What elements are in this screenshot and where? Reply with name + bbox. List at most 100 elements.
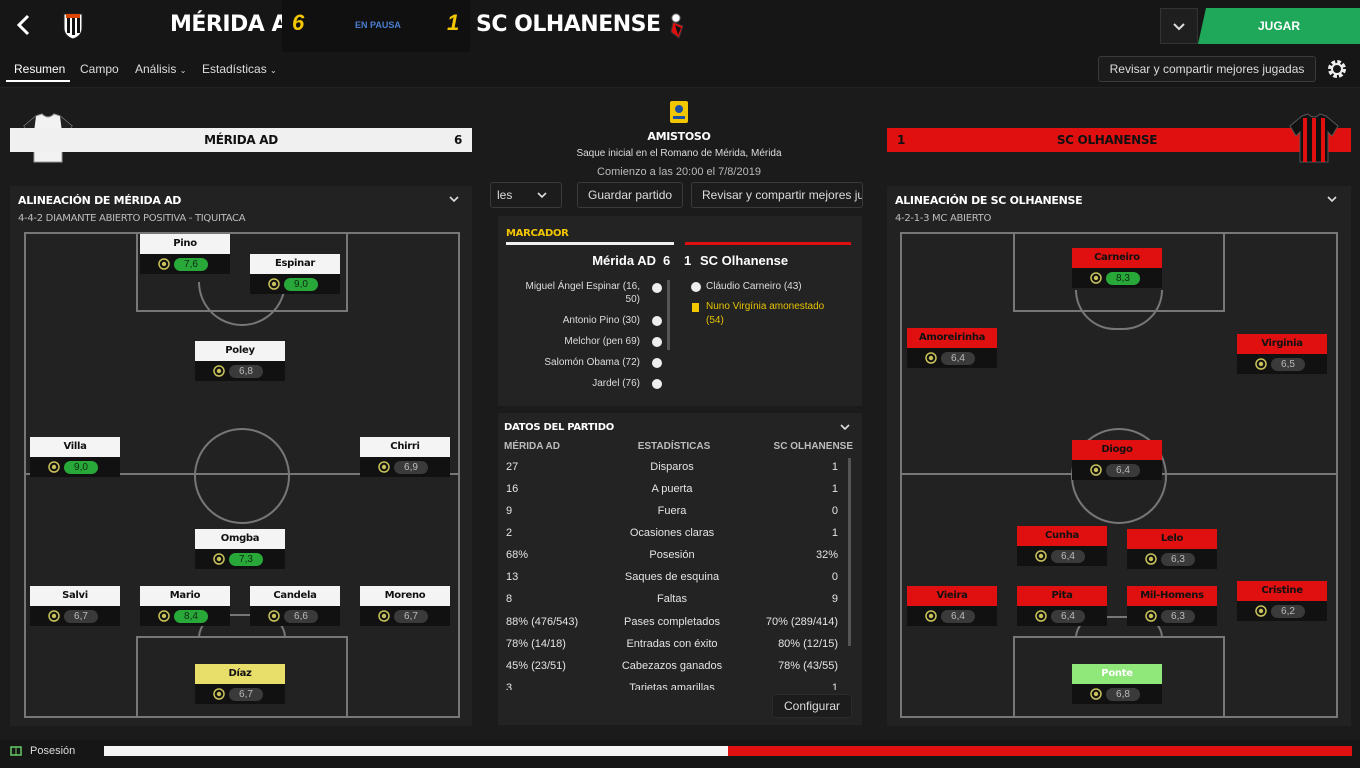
player-name: Poley [195, 341, 285, 361]
player-name: Mario [140, 586, 230, 606]
stat-away-value: 70% (289/414) [765, 616, 838, 628]
tab-estadisticas[interactable]: Estadísticas ⌄ [202, 62, 277, 76]
stat-row: 2 Ocasiones claras 1 [498, 522, 846, 544]
stat-away-value: 9 [831, 593, 838, 605]
player-card[interactable]: Villa 9,0 [30, 437, 120, 477]
view-selector-label: les [497, 188, 513, 202]
player-card[interactable]: Poley 6,8 [195, 341, 285, 381]
player-card[interactable]: Cristine 6,2 [1237, 581, 1327, 621]
ball-icon [652, 316, 662, 326]
performance-icon [268, 610, 280, 622]
away-team-name: SC OLHANENSE [476, 12, 661, 37]
away-bar-name: SC OLHANENSE [1056, 133, 1158, 147]
tab-estadisticas-label: Estadísticas [202, 62, 267, 76]
player-rating: 6,7 [394, 610, 428, 623]
player-card[interactable]: Carneiro 8,3 [1072, 248, 1162, 288]
player-rating: 6,5 [1271, 358, 1305, 371]
goal-event: Melchor (pen 69) [564, 336, 640, 347]
away-crest-icon [670, 13, 684, 39]
player-rating: 6,8 [229, 365, 263, 378]
goal-event: Antonio Pino (30) [562, 315, 640, 326]
chevron-down-icon[interactable] [1327, 196, 1337, 204]
scoreboard-scrollbar[interactable] [667, 280, 670, 350]
player-card[interactable]: Vieira 6,4 [907, 586, 997, 626]
chevron-down-icon[interactable] [840, 424, 850, 432]
performance-icon [925, 352, 937, 364]
competition-icon [670, 101, 688, 123]
performance-icon [1035, 610, 1047, 622]
stat-label: Saques de esquina [624, 571, 720, 583]
stat-away-value: 1 [831, 527, 838, 539]
stats-scrollbar[interactable] [848, 458, 851, 646]
player-rating: 8,4 [174, 610, 208, 623]
possession-label: Posesión [30, 745, 76, 757]
player-card[interactable]: Virginia 6,5 [1237, 334, 1327, 374]
play-button[interactable]: JUGAR [1198, 8, 1360, 44]
ball-icon [652, 283, 662, 293]
away-color-strip [685, 242, 851, 245]
ball-icon [652, 379, 662, 389]
player-rating: 6,4 [941, 610, 975, 623]
back-button[interactable] [14, 12, 42, 40]
scoreboard-home-score: 6 [663, 253, 671, 268]
player-card[interactable]: Amoreirinha 6,4 [907, 328, 997, 368]
player-card[interactable]: Espinar 9,0 [250, 254, 340, 294]
tab-campo[interactable]: Campo [80, 62, 119, 76]
away-score: 1 [447, 10, 460, 35]
stat-row: 16 A puerta 1 [498, 478, 846, 500]
goal-event: Salomón Obama (72) [544, 357, 640, 368]
player-card[interactable]: Ponte 6,8 [1072, 664, 1162, 704]
player-name: Vieira [907, 586, 997, 606]
tab-resumen[interactable]: Resumen [14, 62, 65, 76]
stat-row: 68% Posesión 32% [498, 544, 846, 566]
stat-row: 27 Disparos 1 [498, 456, 846, 478]
player-name: Amoreirinha [907, 328, 997, 348]
player-card[interactable]: Salvi 6,7 [30, 586, 120, 626]
stat-label: Posesión [649, 549, 695, 561]
stat-away-value: 78% (43/55) [778, 660, 838, 672]
match-menu-button[interactable] [1160, 8, 1198, 44]
possession-away-fill [728, 746, 1352, 756]
gear-icon[interactable] [1325, 57, 1349, 81]
performance-icon [1035, 550, 1047, 562]
player-card[interactable]: Omgba 7,3 [195, 529, 285, 569]
view-selector[interactable]: les [490, 182, 562, 208]
review-share-button[interactable]: Revisar y compartir mejores ju [691, 182, 863, 208]
stat-label: Fuera [657, 505, 687, 517]
player-card[interactable]: Chirri 6,9 [360, 437, 450, 477]
performance-icon [1090, 464, 1102, 476]
player-card[interactable]: Pita 6,4 [1017, 586, 1107, 626]
performance-icon [1145, 553, 1157, 565]
performance-icon [378, 461, 390, 473]
configure-button[interactable]: Configurar [772, 694, 852, 718]
player-card[interactable]: Mil-Homens 6,3 [1127, 586, 1217, 626]
chevron-down-icon: ⌄ [270, 66, 277, 75]
player-rating: 6,4 [1106, 464, 1140, 477]
player-card[interactable]: Lelo 6,3 [1127, 529, 1217, 569]
chevron-down-icon[interactable] [449, 196, 459, 204]
chevron-down-icon: ⌄ [179, 66, 187, 75]
player-card[interactable]: Pino 7,6 [140, 234, 230, 274]
stat-label: Tarietas amarillas [629, 682, 715, 690]
performance-icon [268, 278, 280, 290]
player-card[interactable]: Díaz 6,7 [195, 664, 285, 704]
player-name: Díaz [195, 664, 285, 684]
active-tab-underline [6, 80, 70, 82]
player-name: Ponte [1072, 664, 1162, 684]
player-name: Mil-Homens [1127, 586, 1217, 606]
player-card[interactable]: Moreno 6,7 [360, 586, 450, 626]
player-card[interactable]: Mario 8,4 [140, 586, 230, 626]
save-match-button[interactable]: Guardar partido [577, 182, 683, 208]
ball-icon [652, 358, 662, 368]
field-icon [10, 746, 22, 756]
tab-analisis-label: Análisis [135, 62, 177, 76]
player-rating: 9,0 [284, 278, 318, 291]
player-rating: 6,7 [229, 688, 263, 701]
review-highlights-button[interactable]: Revisar y compartir mejores jugadas [1098, 56, 1316, 82]
player-card[interactable]: Cunha 6,4 [1017, 526, 1107, 566]
player-card[interactable]: Diogo 6,4 [1072, 440, 1162, 480]
stat-row: 78% (14/18) Entradas con éxito 80% (12/15) [498, 633, 846, 655]
player-card[interactable]: Candela 6,6 [250, 586, 340, 626]
stats-list[interactable]: 27 Disparos 1 16 A puerta 1 9 Fuera 0 2 Ocasion… [498, 456, 848, 690]
tab-analisis[interactable]: Análisis ⌄ [135, 62, 186, 76]
